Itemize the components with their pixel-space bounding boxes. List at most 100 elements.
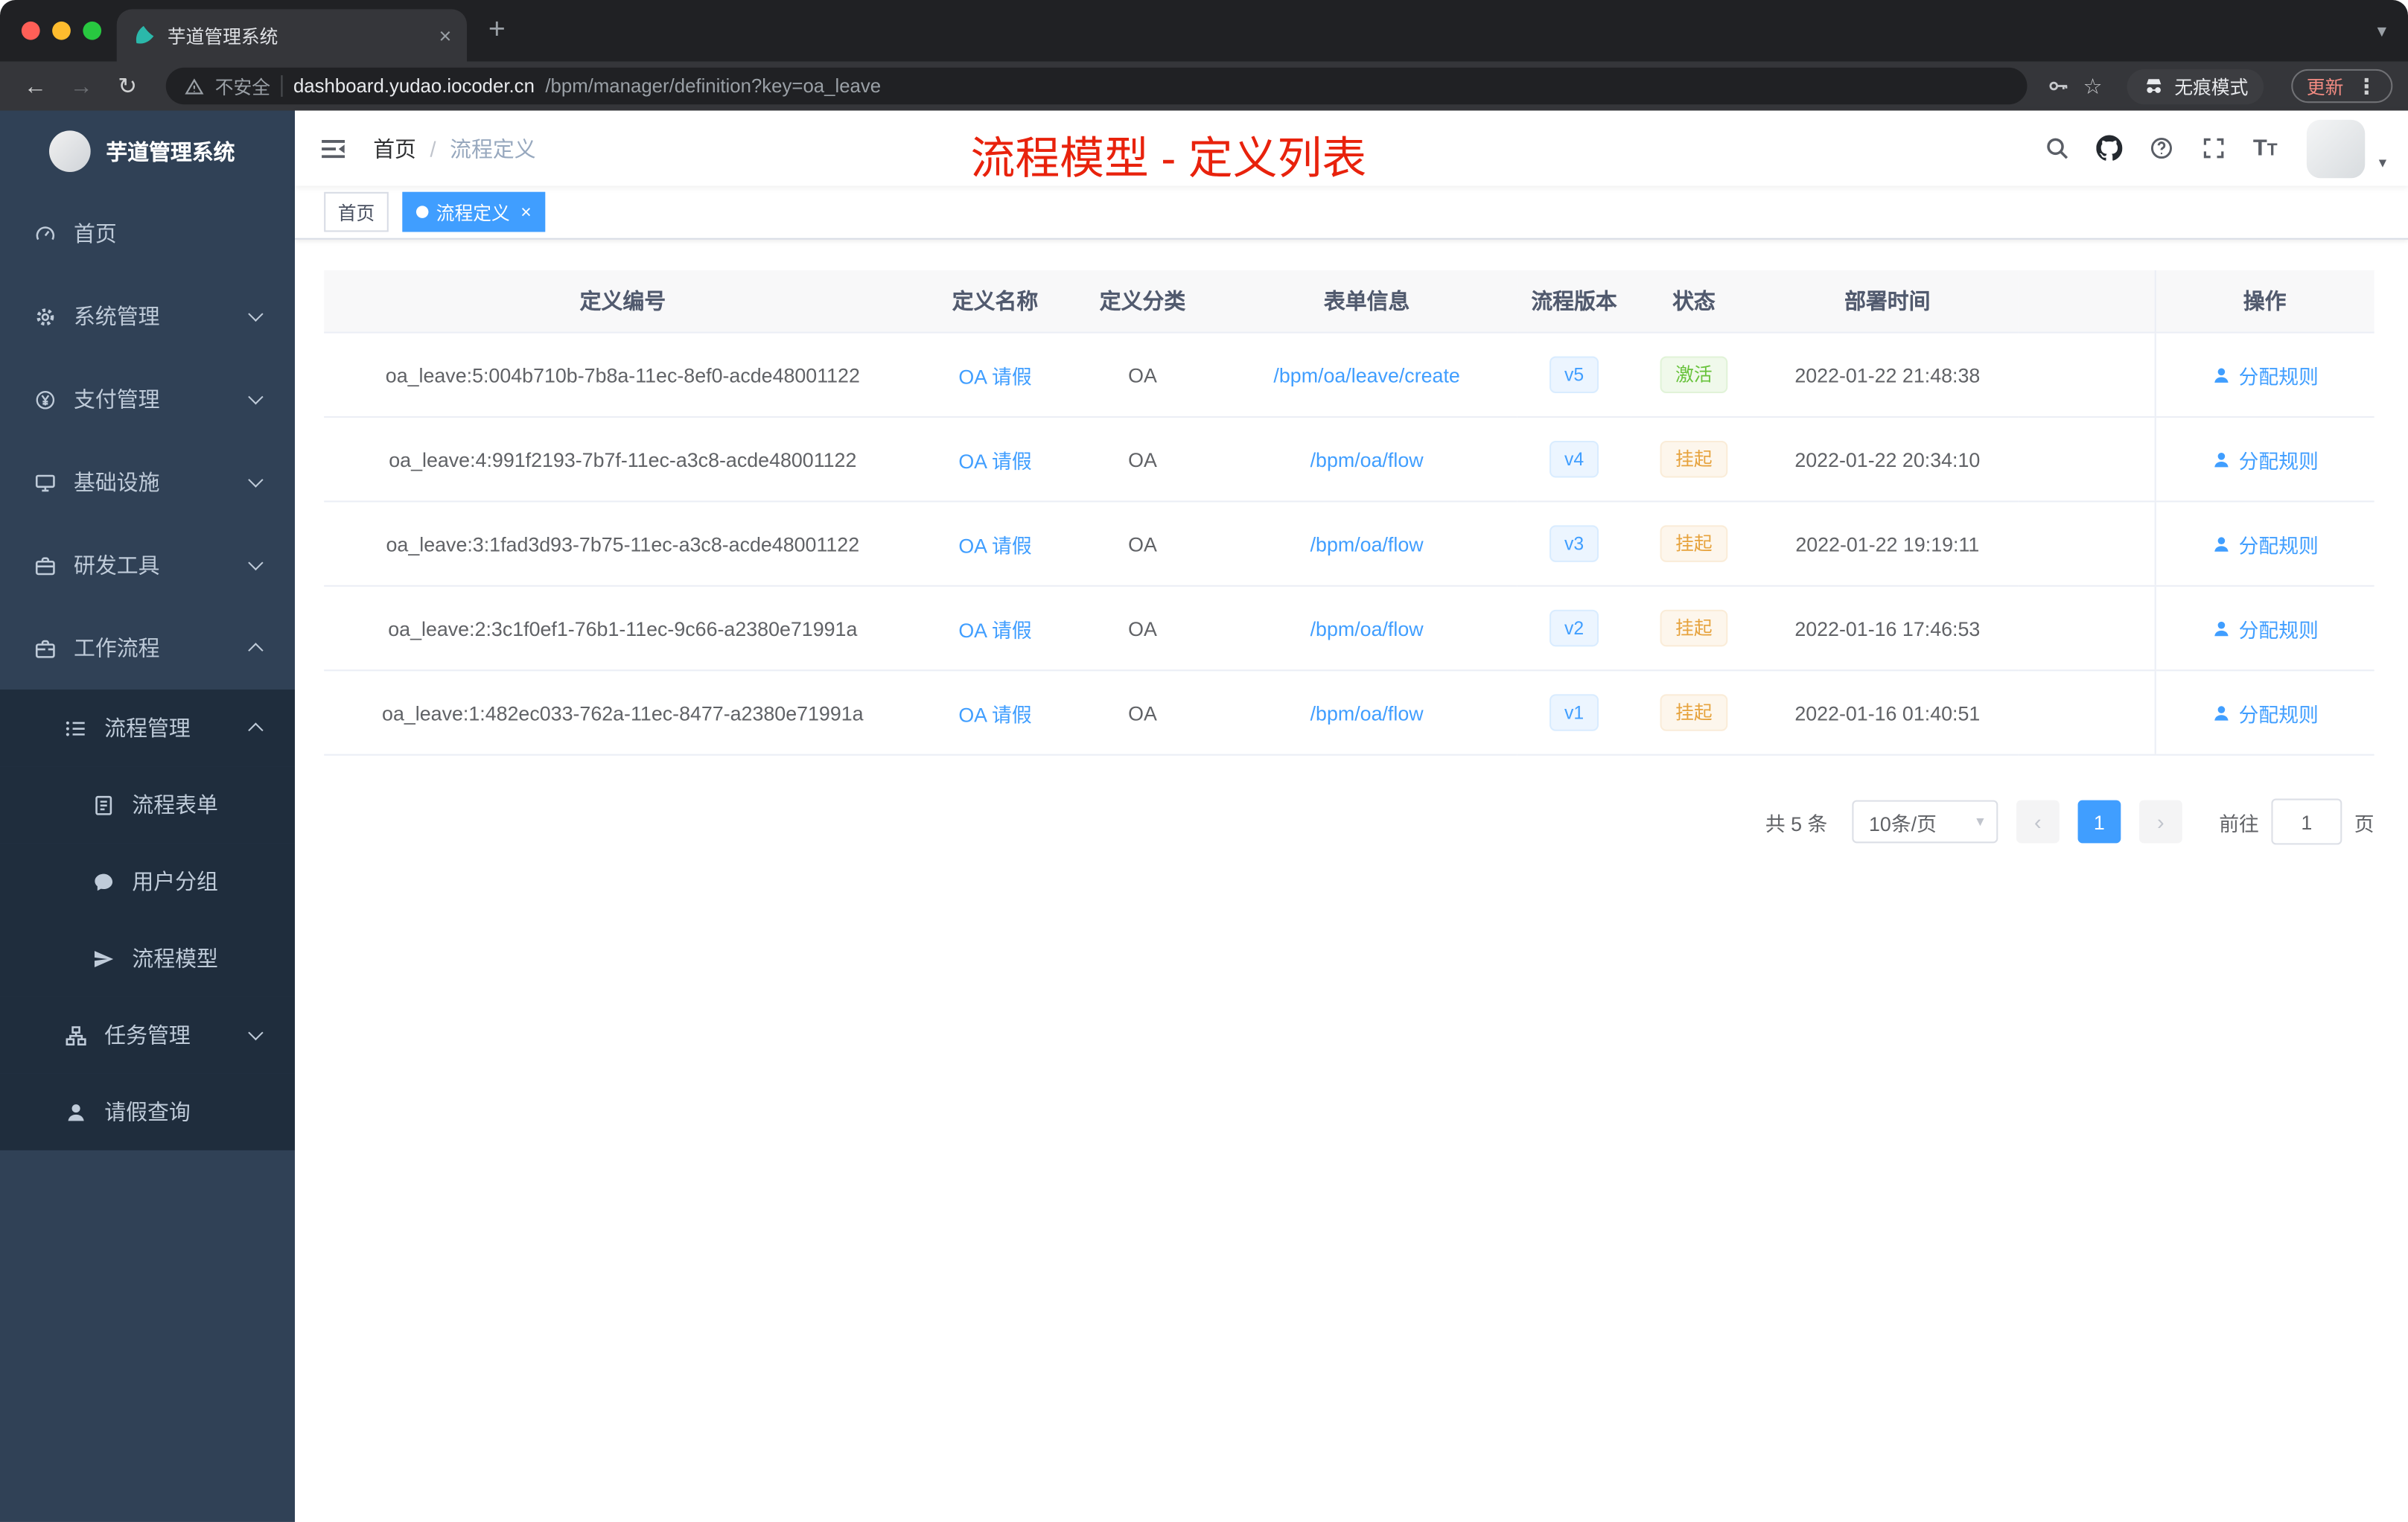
github-icon[interactable] <box>2096 135 2123 162</box>
sidebar-item-label: 工作流程 <box>74 635 160 660</box>
active-tag-dot <box>415 206 429 218</box>
page-unit-label: 页 <box>2354 812 2374 835</box>
prev-page-button[interactable]: ‹ <box>2016 800 2060 844</box>
sidebar-item-workflow[interactable]: 工作流程 <box>0 607 295 690</box>
browser-update-pill[interactable]: 更新 ⋮ <box>2291 69 2393 104</box>
definition-name-link[interactable]: OA 请假 <box>958 449 1031 472</box>
definition-id-cell: oa_leave:4:991f2193-7b7f-11ec-a3c8-acde4… <box>324 416 922 503</box>
definition-id-cell: oa_leave:1:482ec033-762a-11ec-8477-a2380… <box>324 670 922 756</box>
user-icon <box>2211 449 2231 469</box>
org-icon <box>65 1024 88 1047</box>
bookmark-star-icon[interactable]: ☆ <box>2083 73 2103 99</box>
deploy-time-cell: 2022-01-22 20:34:10 <box>1756 416 2019 503</box>
version-tag: v4 <box>1549 440 1599 478</box>
incognito-badge: 无痕模式 <box>2127 68 2264 104</box>
assign-rule-link[interactable]: 分配规则 <box>2211 614 2319 643</box>
sidebar-item-process-model[interactable]: 流程模型 <box>0 920 295 997</box>
sidebar-item-label: 流程管理 <box>104 716 191 741</box>
zoom-window-button[interactable] <box>83 21 102 40</box>
goto-page-input[interactable] <box>2271 798 2342 845</box>
definition-name-link[interactable]: OA 请假 <box>958 618 1031 641</box>
tab-search-chevron-icon[interactable]: ▾ <box>2377 0 2386 62</box>
breadcrumb-current: 流程定义 <box>450 136 536 161</box>
url-path: /bpm/manager/definition?key=oa_leave <box>545 75 882 97</box>
sidebar-item-label: 用户分组 <box>132 869 218 894</box>
sidebar-item-home[interactable]: 首页 <box>0 192 295 275</box>
form-link[interactable]: /bpm/oa/leave/create <box>1273 363 1459 386</box>
tab-title: 芋道管理系统 <box>167 25 278 47</box>
search-icon[interactable] <box>2044 136 2070 162</box>
user-avatar[interactable] <box>2306 118 2366 178</box>
next-page-button[interactable]: › <box>2138 800 2182 844</box>
definition-id-cell: oa_leave:2:3c1f0ef1-76b1-11ec-9c66-a2380… <box>324 585 922 672</box>
forward-button[interactable]: → <box>62 73 102 99</box>
definition-name-link[interactable]: OA 请假 <box>958 365 1031 388</box>
help-icon[interactable] <box>2149 136 2175 162</box>
font-size-icon[interactable]: TT <box>2253 137 2278 160</box>
send-icon <box>92 947 115 970</box>
assign-rule-link[interactable]: 分配规则 <box>2211 360 2319 389</box>
back-button[interactable]: ← <box>16 73 56 99</box>
sidebar-item-payment-management[interactable]: 支付管理 <box>0 358 295 441</box>
address-bar[interactable]: 不安全 dashboard.yudao.iocoder.cn /bpm/mana… <box>165 67 2028 105</box>
sidebar-item-dev-tools[interactable]: 研发工具 <box>0 523 295 606</box>
minimize-window-button[interactable] <box>52 21 71 40</box>
tag-home[interactable]: 首页 <box>324 191 389 232</box>
avatar-caret-icon[interactable]: ▾ <box>2379 154 2386 177</box>
definition-name-link[interactable]: OA 请假 <box>958 703 1031 726</box>
form-link[interactable]: /bpm/oa/flow <box>1310 532 1424 555</box>
page-size-select[interactable]: 10条/页 ▾ <box>1852 800 1998 844</box>
sidebar-item-label: 流程表单 <box>132 792 218 818</box>
chevron-up-icon <box>248 643 264 658</box>
browser-window: 芋道管理系统 × + ▾ ← → ↻ 不安全 dashboard.yudao.i… <box>0 0 2408 1522</box>
reload-button[interactable]: ↻ <box>107 72 147 100</box>
col-filler <box>2018 270 2155 334</box>
tab-close-icon[interactable]: × <box>439 25 451 46</box>
table-row: oa_leave:2:3c1f0ef1-76b1-11ec-9c66-a2380… <box>324 585 2374 672</box>
new-tab-button[interactable]: + <box>488 0 506 62</box>
definition-name-link[interactable]: OA 请假 <box>958 534 1031 557</box>
logo-title: 芋道管理系统 <box>106 138 235 164</box>
deploy-time-cell: 2022-01-22 21:48:38 <box>1756 332 2019 418</box>
assign-rule-label: 分配规则 <box>2238 533 2319 557</box>
app-logo[interactable]: 芋道管理系统 <box>0 111 295 192</box>
form-link[interactable]: /bpm/oa/flow <box>1310 701 1424 725</box>
user-icon <box>2211 534 2231 554</box>
browser-tab[interactable]: 芋道管理系统 × <box>116 9 467 62</box>
sidebar-item-task-management[interactable]: 任务管理 <box>0 996 295 1074</box>
status-tag: 挂起 <box>1660 525 1728 562</box>
fullscreen-icon[interactable] <box>2201 136 2227 162</box>
tag-process-definition[interactable]: 流程定义 × <box>402 191 546 232</box>
sidebar-item-label: 研发工具 <box>74 553 160 578</box>
assign-rule-link[interactable]: 分配规则 <box>2211 698 2319 727</box>
password-key-icon[interactable] <box>2046 74 2071 98</box>
devtools-icon <box>34 554 57 577</box>
sidebar-item-process-management[interactable]: 流程管理 <box>0 690 295 767</box>
form-link[interactable]: /bpm/oa/flow <box>1310 617 1424 640</box>
chevron-up-icon <box>248 722 264 738</box>
tag-label: 流程定义 <box>436 202 510 224</box>
person-icon <box>65 1101 88 1124</box>
col-definition-id: 定义编号 <box>324 270 922 334</box>
hamburger-icon[interactable] <box>318 133 348 163</box>
breadcrumb-home[interactable]: 首页 <box>373 133 416 163</box>
status-tag: 挂起 <box>1660 609 1728 647</box>
sidebar-item-user-group[interactable]: 用户分组 <box>0 843 295 920</box>
filler-cell <box>2018 332 2155 418</box>
sidebar-item-infrastructure[interactable]: 基础设施 <box>0 441 295 523</box>
infrastructure-icon <box>34 471 57 494</box>
chevron-down-icon <box>248 1025 264 1041</box>
sidebar-item-leave-query[interactable]: 请假查询 <box>0 1073 295 1150</box>
tag-label: 首页 <box>337 202 375 224</box>
assign-rule-link[interactable]: 分配规则 <box>2211 529 2319 558</box>
tag-close-icon[interactable]: × <box>520 203 531 221</box>
page-number-1[interactable]: 1 <box>2077 800 2121 844</box>
sidebar-item-system-management[interactable]: 系统管理 <box>0 275 295 357</box>
close-window-button[interactable] <box>21 21 40 40</box>
form-link[interactable]: /bpm/oa/flow <box>1310 448 1424 471</box>
sidebar-item-process-form[interactable]: 流程表单 <box>0 766 295 844</box>
browser-menu-icon[interactable]: ⋮ <box>2356 73 2377 99</box>
assign-rule-link[interactable]: 分配规则 <box>2211 445 2319 474</box>
definition-table-body: oa_leave:5:004b710b-7b8a-11ec-8ef0-acde4… <box>324 332 2374 756</box>
filler-cell <box>2018 501 2155 587</box>
